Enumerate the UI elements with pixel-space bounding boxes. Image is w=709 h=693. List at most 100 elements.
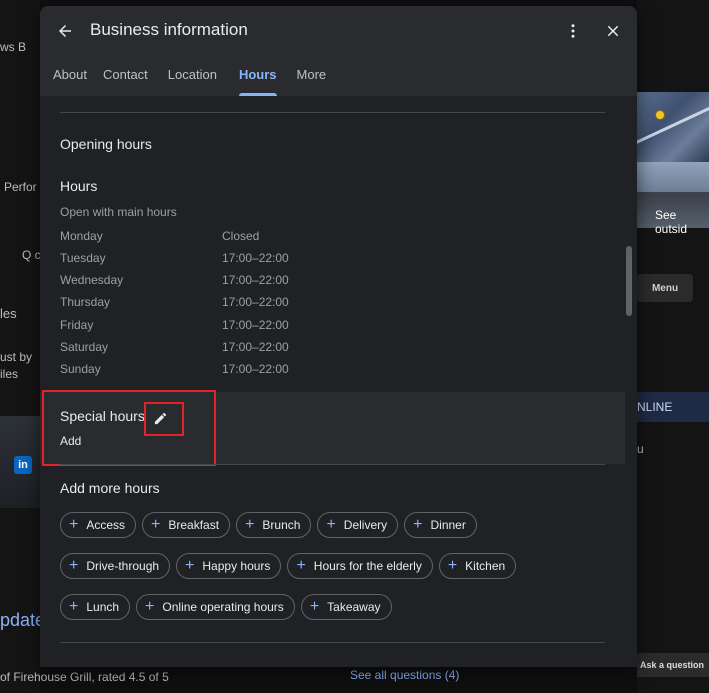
time-label: 17:00–22:00 [222,318,289,332]
bg-text: ws B [0,40,27,54]
plus-icon: + [413,516,423,533]
see-all-questions-link[interactable]: See all questions (4) [350,668,459,682]
more-vert-icon [571,24,575,38]
chip-access[interactable]: + Access [60,512,137,538]
chip-label: Dinner [430,518,466,532]
chip-label: Hours for the elderly [313,559,422,573]
time-label: 17:00–22:00 [222,340,289,354]
linkedin-icon[interactable]: in [14,456,32,474]
bg-update-text: pdate [0,610,46,630]
chip-brunch[interactable]: + Brunch [236,512,312,538]
time-label: 17:00–22:00 [222,362,289,376]
scrollbar-thumb[interactable] [626,246,632,316]
business-information-dialog: Business information About Contact Locat… [40,6,637,667]
time-label: Closed [222,229,260,243]
plus-icon: + [69,598,79,615]
tab-hours[interactable]: Hours [238,58,277,96]
bg-rating-text: of Firehouse Grill, rated 4.5 of 5 [0,670,169,684]
tab-more[interactable]: More [297,58,327,96]
tab-location[interactable]: Location [168,58,217,96]
highlight-box [144,402,184,436]
map-pin-icon [655,110,665,120]
divider [60,464,605,465]
chip-lunch[interactable]: + Lunch [60,594,131,620]
chip-label: Lunch [86,600,120,614]
chip-label: Drive-through [86,559,160,573]
close-button[interactable] [600,18,626,44]
plus-icon: + [326,516,336,533]
hours-row: Tuesday 17:00–22:00 [60,251,360,273]
chip-happy-hours[interactable]: + Happy hours [176,553,282,579]
plus-icon: + [296,557,306,574]
time-label: 17:00–22:00 [222,251,289,265]
bg-text: iles [0,367,19,381]
plus-icon: + [185,557,195,574]
divider [60,642,605,643]
chip-row: + Access + Breakfast + Brunch + Delivery + Di… [60,512,483,538]
divider [60,112,605,113]
chip-delivery[interactable]: + Delivery [317,512,399,538]
day-label: Sunday [60,362,101,376]
hours-row: Sunday 17:00–22:00 [60,362,360,384]
bg-text: ust by [0,350,33,364]
chip-label: Online operating hours [162,600,284,614]
more-options-button[interactable] [561,18,585,44]
back-button[interactable] [52,18,78,44]
chip-kitchen[interactable]: + Kitchen [438,553,517,579]
time-label: 17:00–22:00 [222,295,289,309]
day-label: Monday [60,229,103,243]
dialog-title: Business information [90,20,248,39]
chip-label: Takeaway [327,600,381,614]
day-label: Saturday [60,340,109,354]
chip-breakfast[interactable]: + Breakfast [142,512,231,538]
plus-icon: + [309,598,320,615]
ask-question-button[interactable]: Ask a question [637,653,709,677]
hours-row: Friday 17:00–22:00 [60,318,360,340]
bg-text: Q c [22,248,41,262]
highlight-box [42,390,216,466]
tab-about[interactable]: About [53,58,87,96]
day-label: Tuesday [60,251,106,265]
arrow-back-icon [59,25,71,37]
chip-label: Kitchen [465,559,506,573]
hours-row: Monday Closed [60,229,360,251]
dialog-header: Business information About Contact Locat… [40,6,637,96]
plus-icon: + [145,598,155,615]
tab-contact[interactable]: Contact [103,58,148,96]
plus-icon: + [69,557,79,574]
add-more-hours-title: Add more hours [60,480,160,496]
background-left-panel [0,0,40,693]
close-icon [607,25,619,37]
plus-icon: + [447,557,458,574]
chip-row: + Lunch + Online operating hours + Takeaway [60,594,398,620]
map-road [637,101,709,146]
day-label: Friday [60,318,94,332]
plus-icon: + [151,516,161,533]
hours-subtitle: Open with main hours [60,205,177,219]
dialog-content: Opening hours Hours Open with main hours… [40,96,637,667]
bg-text: Perfor [4,180,37,194]
day-label: Wednesday [60,273,124,287]
opening-hours-title: Opening hours [60,136,152,152]
chip-hours-for-elderly[interactable]: + Hours for the elderly [287,553,433,579]
bg-text: les [0,306,17,321]
hours-row: Saturday 17:00–22:00 [60,340,360,362]
online-label: NLINE [637,400,673,414]
see-outside-label: See outsid [655,208,688,236]
chip-label: Brunch [262,518,301,532]
chip-row: + Drive-through + Happy hours + Hours for t… [60,553,522,579]
bg-text: u [637,442,644,456]
map-thumbnail[interactable] [637,92,709,162]
hours-row: Thursday 17:00–22:00 [60,295,360,317]
chip-online-operating-hours[interactable]: + Online operating hours [136,594,295,620]
menu-button[interactable]: Menu [637,274,693,302]
time-label: 17:00–22:00 [222,273,289,287]
chip-drive-through[interactable]: + Drive-through [60,553,171,579]
tab-bar: About Contact Location Hours More [40,58,332,96]
chip-dinner[interactable]: + Dinner [404,512,477,538]
chip-takeaway[interactable]: + Takeaway [300,594,392,620]
hours-row: Wednesday 17:00–22:00 [60,273,360,295]
plus-icon: + [245,516,255,533]
plus-icon: + [69,516,79,533]
day-label: Thursday [60,295,111,309]
